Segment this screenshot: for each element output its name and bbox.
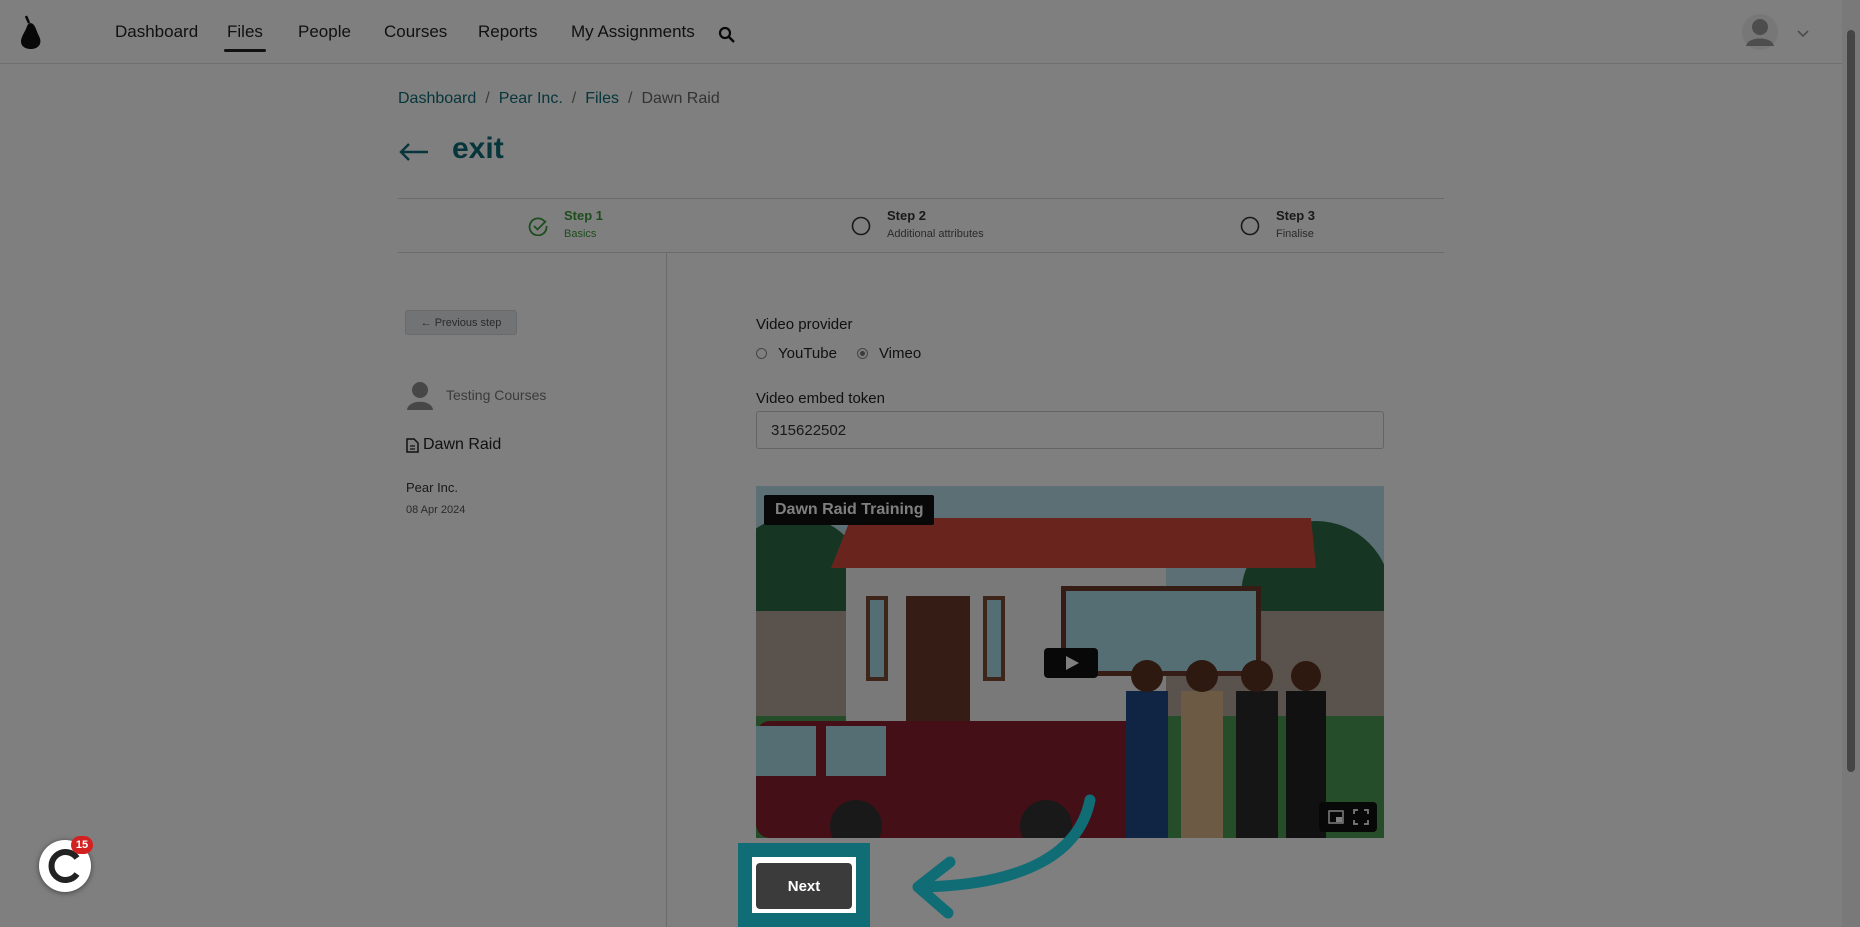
course-avatar-icon — [407, 382, 433, 410]
top-navigation: Dashboard Files People Courses Reports M… — [0, 0, 1842, 64]
play-button[interactable] — [1044, 648, 1098, 678]
vimeo-radio[interactable] — [856, 348, 868, 359]
breadcrumb-pear-inc[interactable]: Pear Inc. — [499, 90, 563, 107]
picture-in-picture-icon[interactable] — [1328, 810, 1344, 824]
breadcrumb-files[interactable]: Files — [585, 90, 619, 107]
scrollbar-thumb[interactable] — [1847, 30, 1855, 772]
fullscreen-icon[interactable] — [1353, 809, 1369, 825]
breadcrumb-separator: / — [571, 90, 577, 107]
youtube-radio[interactable] — [756, 348, 767, 359]
file-name: Dawn Raid — [423, 436, 502, 453]
step-3-title: Step 3 — [1276, 208, 1316, 223]
video-controls — [1319, 802, 1377, 832]
breadcrumb-separator: / — [485, 90, 490, 107]
nav-reports[interactable]: Reports — [478, 22, 538, 42]
organisation-name: Pear Inc. — [406, 480, 459, 495]
breadcrumb: Dashboard / Pear Inc. / Files / Dawn Raid — [398, 90, 720, 108]
step-2-title: Step 2 — [887, 208, 927, 223]
breadcrumb-dashboard[interactable]: Dashboard — [398, 90, 476, 107]
page-scrollbar[interactable] — [1842, 0, 1860, 927]
file-date: 08 Apr 2024 — [406, 504, 466, 516]
video-player[interactable]: Dawn Raid Training — [756, 486, 1384, 838]
back-arrow-icon[interactable] — [398, 136, 430, 168]
nav-my-assignments[interactable]: My Assignments — [571, 22, 695, 42]
breadcrumb-current: Dawn Raid — [641, 90, 720, 107]
user-avatar-icon[interactable] — [1742, 14, 1778, 50]
nav-files[interactable]: Files — [224, 22, 266, 52]
search-icon[interactable] — [718, 26, 736, 44]
step-progress: Step 1 Basics Step 2 Additional attribut… — [398, 198, 1444, 253]
video-provider-options: YouTube Vimeo — [756, 345, 941, 362]
step-3-subtitle: Finalise — [1276, 228, 1314, 240]
nav-people[interactable]: People — [298, 22, 351, 42]
page-title: exit — [452, 132, 504, 165]
previous-step-button[interactable]: ← Previous step — [405, 310, 517, 335]
video-title: Dawn Raid Training — [764, 495, 935, 525]
nav-dashboard[interactable]: Dashboard — [115, 22, 198, 42]
check-circle-icon — [528, 217, 548, 236]
breadcrumb-separator: / — [628, 90, 633, 107]
vimeo-radio-label[interactable]: Vimeo — [879, 345, 921, 362]
chevron-down-icon[interactable] — [1796, 26, 1810, 40]
notification-badge: 15 — [71, 836, 93, 854]
step-1-title: Step 1 — [564, 208, 604, 223]
video-embed-token-label: Video embed token — [756, 390, 885, 407]
empty-circle-icon — [1240, 216, 1260, 236]
empty-circle-icon — [851, 216, 871, 236]
step-1-subtitle: Basics — [564, 228, 597, 240]
video-embed-token-input[interactable] — [756, 411, 1384, 449]
next-button[interactable]: Next — [756, 863, 852, 909]
pear-logo-icon[interactable] — [18, 14, 44, 50]
video-provider-label: Video provider — [756, 316, 853, 333]
step-2-subtitle: Additional attributes — [887, 228, 984, 240]
column-divider — [666, 253, 667, 927]
youtube-radio-label[interactable]: YouTube — [778, 345, 837, 362]
course-name[interactable]: Testing Courses — [446, 387, 546, 403]
document-icon — [406, 438, 419, 453]
nav-courses[interactable]: Courses — [384, 22, 447, 42]
